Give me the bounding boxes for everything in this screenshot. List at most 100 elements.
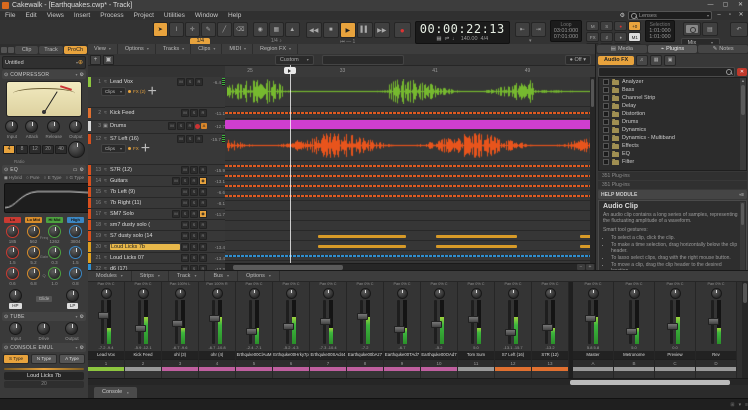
plugin-folder-item[interactable]: Dynamics <box>599 126 746 134</box>
audio-clip-line[interactable] <box>225 195 595 197</box>
browser-tab-media[interactable]: ▤Media <box>597 45 647 53</box>
list-scrollbar[interactable]: ▲ <box>740 78 746 170</box>
forward-button[interactable]: ▶▶ <box>374 22 390 38</box>
fader-cap[interactable] <box>357 313 368 320</box>
add-folder-button[interactable]: ▣ <box>103 55 114 65</box>
ratio-button-8[interactable]: 8 <box>16 145 28 154</box>
eq-band-button-hi-mid[interactable]: Hi Mid <box>46 217 63 223</box>
fader-cap[interactable] <box>98 312 109 319</box>
folder-checkbox[interactable] <box>603 151 609 157</box>
track-name[interactable]: Kick Feed <box>110 110 180 116</box>
punch-in-icon[interactable]: ⇤ <box>515 22 530 37</box>
track-row[interactable]: 3▣DrumsMSRA-12.7 <box>88 121 225 134</box>
clips-dropdown[interactable]: Clips▾ <box>101 144 126 153</box>
track-row[interactable]: 17≈SM7 SoloMSR◉-11.7 <box>88 209 225 220</box>
console-preset-name[interactable]: Loud Licks 7b <box>4 372 84 380</box>
eq-freq-knob[interactable] <box>48 225 61 238</box>
power-icon[interactable]: ⊙ <box>4 72 8 78</box>
track-row[interactable]: 1≈Lead VoxMSR-6.4Clips▾FX (2)+ <box>88 77 225 108</box>
ratio-button-4[interactable]: 4 <box>3 145 15 154</box>
smart-tool-button[interactable]: ➤ <box>153 22 168 37</box>
mix-button-m1[interactable]: M1 <box>628 32 641 42</box>
s-button[interactable]: S <box>190 243 198 251</box>
ratio-button-12[interactable]: 12 <box>29 145 41 154</box>
track-name[interactable]: sm7 dusty solo ( <box>110 222 180 228</box>
menu-project[interactable]: Project <box>129 11 159 20</box>
volume-fader[interactable] <box>434 300 437 344</box>
eq-mode-g-type[interactable]: ○ G Type <box>66 175 84 181</box>
snap-grid-icon[interactable]: ▦ <box>269 22 284 37</box>
r-button[interactable]: R <box>195 135 203 143</box>
volume-fader[interactable] <box>545 300 548 344</box>
plugin-folder-item[interactable]: Bass <box>599 86 746 94</box>
pan-knob[interactable] <box>397 288 408 299</box>
fader-cap[interactable] <box>542 324 553 331</box>
timecode-display[interactable]: 00:00:22:13 <box>420 23 505 35</box>
eq-freq-knob[interactable] <box>6 225 19 238</box>
punch-out-icon[interactable]: ⇥ <box>531 22 546 37</box>
m-button[interactable]: M <box>181 243 189 251</box>
folder-composite-clip[interactable] <box>225 120 595 129</box>
menu-process[interactable]: Process <box>95 11 128 20</box>
add-fx-button[interactable]: + <box>148 83 157 101</box>
fader-cap[interactable] <box>505 329 516 336</box>
plugin-folder-item[interactable]: Filter <box>599 158 746 166</box>
automation-icon[interactable]: A <box>201 123 207 129</box>
m-button[interactable]: M <box>172 210 180 218</box>
eq-mode-e-type[interactable]: ○ E Type <box>44 175 62 181</box>
loop-end[interactable]: 07:01:000 <box>554 34 578 40</box>
rewind-button[interactable]: ◀◀ <box>306 22 322 38</box>
s-button[interactable]: S <box>190 254 198 262</box>
track-name[interactable]: Drums <box>110 123 167 129</box>
pan-knob[interactable] <box>711 288 722 299</box>
m-button[interactable]: M <box>181 199 189 207</box>
mix-button-fx[interactable]: FX <box>586 32 599 42</box>
plugin-folder-list[interactable]: ▲ AnalyzerBassChannel StripDelayDistorti… <box>598 77 747 171</box>
menu-edit[interactable]: Edit <box>20 11 41 20</box>
midi-fx-icon[interactable]: ▦ <box>650 55 662 66</box>
clip-lane[interactable] <box>225 221 595 231</box>
track-search-input[interactable] <box>322 55 404 65</box>
clip-lane[interactable] <box>225 201 595 211</box>
fader-cap[interactable] <box>667 323 678 330</box>
m-button[interactable]: M <box>181 188 189 196</box>
pan-knob[interactable] <box>670 288 681 299</box>
pan-knob[interactable] <box>471 288 482 299</box>
audio-fx-button[interactable]: Audio FX <box>598 56 634 65</box>
playhead-marker[interactable] <box>284 67 296 74</box>
trackview-menu-tracks[interactable]: Tracks▾ <box>157 44 191 54</box>
gear-icon[interactable]: ⚙ <box>80 314 84 320</box>
console-type-a[interactable]: A Type <box>59 354 85 364</box>
s-button[interactable]: S <box>186 78 194 86</box>
volume-fader[interactable] <box>397 300 400 344</box>
clip-lane[interactable] <box>225 211 595 221</box>
clip-lane[interactable] <box>225 191 595 201</box>
audio-clip-line[interactable] <box>225 185 595 187</box>
fader-cap[interactable] <box>246 328 257 335</box>
s-button[interactable]: S <box>190 166 198 174</box>
power-icon[interactable]: ⊕ <box>78 59 83 66</box>
channel-strip[interactable]: Pan 0% C-13.2S7R (12)13 <box>532 282 569 380</box>
browser-tab-notes[interactable]: ✎Notes <box>698 45 748 53</box>
track-row[interactable]: 12≈S7 Left (16)MSR-15.7Clips▾FX+ <box>88 134 225 165</box>
clip-lane[interactable] <box>225 77 595 107</box>
m-button[interactable]: M <box>177 135 185 143</box>
tube-input-knob[interactable] <box>9 322 22 335</box>
lp-freq-knob[interactable] <box>66 289 79 302</box>
audio-clip-segment[interactable] <box>436 235 517 238</box>
volume-fader[interactable] <box>670 300 673 344</box>
waveform-clip[interactable] <box>227 79 591 104</box>
gear-icon[interactable]: ⚙ <box>80 72 84 78</box>
input-echo-button[interactable]: ◉ <box>199 177 207 185</box>
volume-fader[interactable] <box>629 300 632 344</box>
inspector-tab-clip[interactable]: Clip <box>15 46 38 54</box>
pan-knob[interactable] <box>249 288 260 299</box>
folder-checkbox[interactable] <box>603 119 609 125</box>
trackview-menu-region-fx[interactable]: Region FX▾ <box>254 44 298 54</box>
eq-q-knob[interactable] <box>69 267 82 280</box>
r-button[interactable]: R <box>195 78 203 86</box>
menu-file[interactable]: File <box>0 11 20 20</box>
trackview-menu-options[interactable]: Options▾ <box>119 44 156 54</box>
prochannel-preset-selector[interactable]: Untitled ▾ ⊕ <box>2 56 86 69</box>
comp-mix-knob[interactable] <box>68 141 85 158</box>
